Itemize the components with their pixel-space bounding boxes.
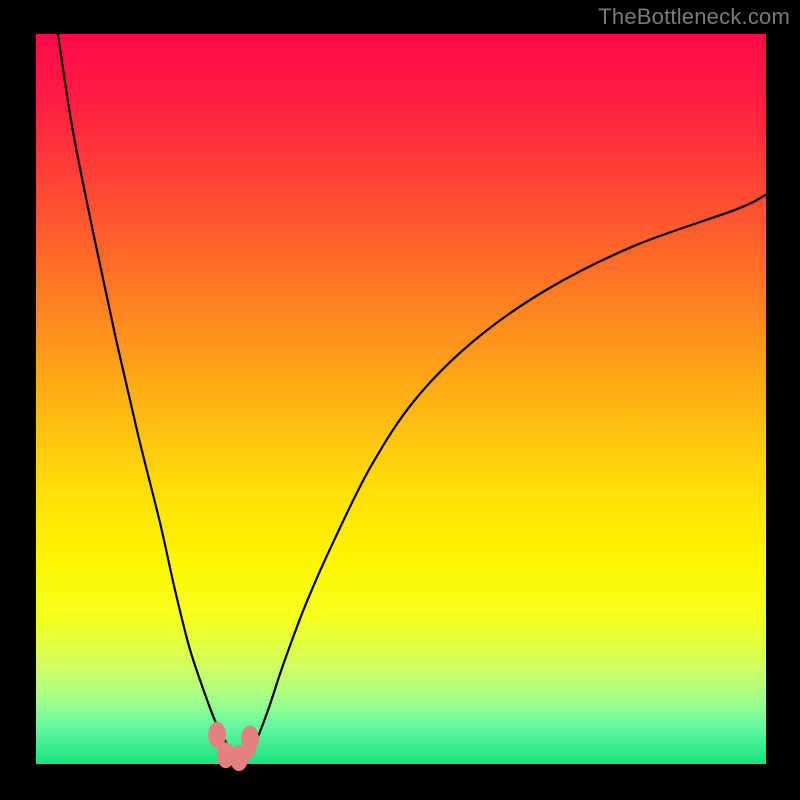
watermark-text: TheBottleneck.com — [598, 4, 790, 30]
valley-marker-right — [241, 725, 259, 751]
plot-background — [36, 34, 766, 764]
outer-frame: TheBottleneck.com — [0, 0, 800, 800]
bottleneck-chart — [0, 0, 800, 800]
